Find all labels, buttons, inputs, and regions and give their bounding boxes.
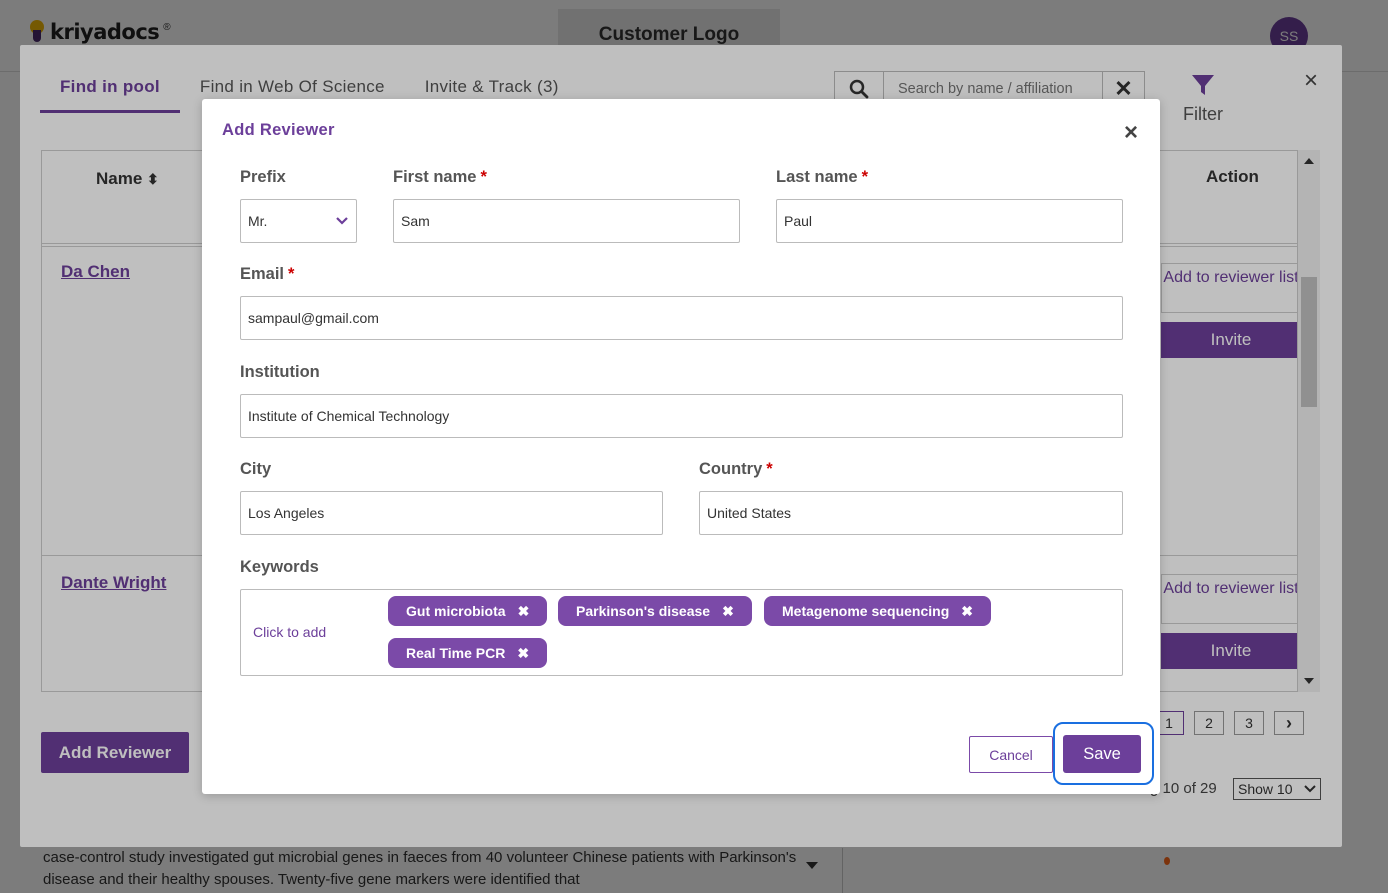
institution-label: Institution <box>240 363 320 381</box>
cancel-button[interactable]: Cancel <box>969 736 1053 773</box>
prefix-select[interactable]: Mr. <box>240 199 357 243</box>
email-field[interactable] <box>240 296 1123 340</box>
required-marker: * <box>861 168 869 186</box>
remove-keyword-icon[interactable]: ✖ <box>961 603 973 620</box>
required-marker: * <box>766 460 773 478</box>
remove-keyword-icon[interactable]: ✖ <box>517 645 529 662</box>
click-to-add-keyword[interactable]: Click to add <box>253 624 326 640</box>
modal-title: Add Reviewer <box>222 121 335 139</box>
keyword-chip: Gut microbiota ✖ <box>388 596 548 626</box>
first-name-label: First name * <box>393 168 487 186</box>
institution-field[interactable] <box>240 394 1123 438</box>
keyword-chip: Parkinson's disease ✖ <box>558 596 752 626</box>
remove-keyword-icon[interactable]: ✖ <box>518 603 530 620</box>
last-name-field[interactable] <box>776 199 1123 243</box>
last-name-label: Last name * <box>776 168 869 186</box>
save-button[interactable]: Save <box>1063 735 1141 773</box>
keywords-label: Keywords <box>240 558 319 576</box>
required-marker: * <box>480 168 487 186</box>
prefix-label: Prefix <box>240 168 286 186</box>
keyword-chip: Real Time PCR ✖ <box>388 638 548 668</box>
chevron-down-icon <box>336 217 348 225</box>
city-field[interactable] <box>240 491 663 535</box>
keywords-input[interactable]: Click to add Gut microbiota ✖ Parkinson's… <box>240 589 1123 676</box>
country-label: Country * <box>699 460 773 478</box>
modal-close-icon[interactable]: × <box>1124 119 1138 147</box>
add-reviewer-modal: Add Reviewer × Prefix Mr. First name* La… <box>202 99 1160 794</box>
city-label: City <box>240 460 272 478</box>
country-field[interactable] <box>699 491 1123 535</box>
required-marker: * <box>288 265 295 283</box>
remove-keyword-icon[interactable]: ✖ <box>722 603 734 620</box>
keyword-chip: Metagenome sequencing ✖ <box>764 596 991 626</box>
first-name-field[interactable] <box>393 199 740 243</box>
email-label: Email * <box>240 265 295 283</box>
